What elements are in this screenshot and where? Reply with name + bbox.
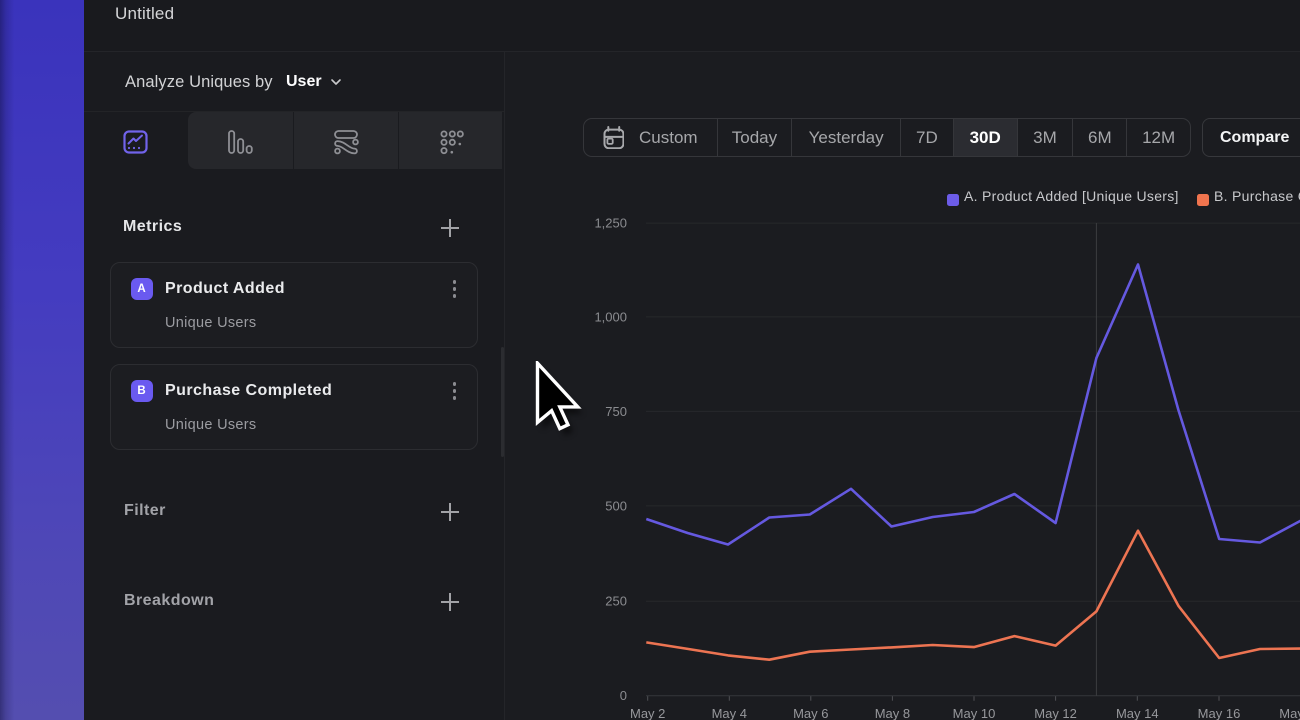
svg-text:1,250: 1,250	[594, 216, 627, 231]
svg-text:May 8: May 8	[875, 706, 910, 720]
svg-text:500: 500	[605, 498, 627, 513]
svg-text:May 12: May 12	[1034, 706, 1077, 720]
svg-text:0: 0	[620, 688, 627, 703]
svg-text:May 2: May 2	[630, 706, 665, 720]
svg-text:May 14: May 14	[1116, 706, 1159, 720]
svg-text:May 4: May 4	[712, 706, 747, 720]
svg-text:May 18: May 18	[1279, 706, 1300, 720]
svg-text:May 10: May 10	[953, 706, 996, 720]
svg-text:250: 250	[605, 594, 627, 609]
svg-text:May 16: May 16	[1198, 706, 1241, 720]
svg-text:750: 750	[605, 404, 627, 419]
svg-text:1,000: 1,000	[594, 309, 627, 324]
svg-text:May 6: May 6	[793, 706, 828, 720]
